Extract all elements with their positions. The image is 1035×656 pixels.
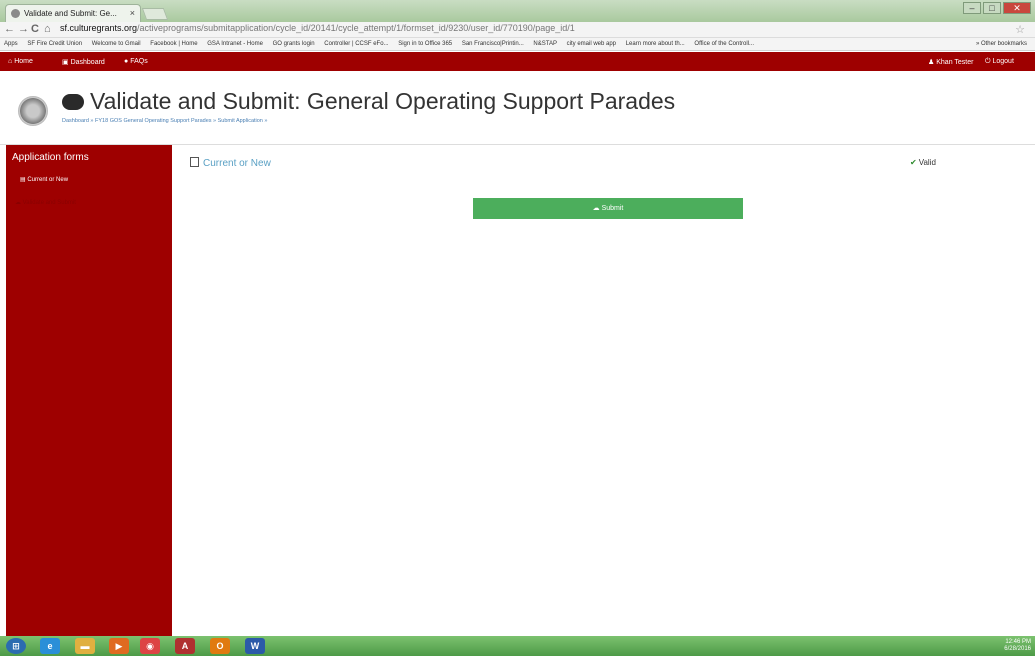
bookmarks-bar: Apps SF Fire Credit Union Welcome to Gma… — [0, 38, 1035, 51]
file-explorer-icon[interactable]: ▬ — [75, 638, 95, 654]
page-title-text: Validate and Submit: General Operating S… — [90, 88, 676, 114]
bookmark-item[interactable]: city email web app — [567, 41, 616, 47]
word-icon[interactable]: W — [245, 638, 265, 654]
acrobat-icon[interactable]: A — [175, 638, 195, 654]
bookmark-item[interactable]: SF Fire Credit Union — [27, 41, 82, 47]
minimize-button[interactable]: – — [963, 2, 981, 14]
bookmark-item[interactable]: Sign in to Office 365 — [398, 41, 452, 47]
url-path: /activeprograms/submitapplication/cycle_… — [137, 23, 575, 33]
bookmark-item[interactable]: Learn more about th... — [626, 41, 685, 47]
sidebar: Application forms ▤ Current or New ☁ Val… — [6, 145, 172, 636]
page-title: Validate and Submit: General Operating S… — [62, 88, 675, 115]
bookmark-star-icon[interactable]: ☆ — [1015, 23, 1025, 36]
window-close-button[interactable]: ✕ — [1003, 2, 1031, 14]
city-seal-logo — [18, 96, 48, 126]
nav-logout-link[interactable]: ⏻ Logout — [985, 58, 1014, 66]
nav-dashboard-label: Dashboard — [70, 59, 105, 66]
maximize-button[interactable]: □ — [983, 2, 1001, 14]
start-button-icon[interactable]: ⊞ — [6, 638, 26, 654]
new-tab-button[interactable] — [141, 8, 169, 20]
bookmark-item[interactable]: Controller | CCSF eFo... — [324, 41, 388, 47]
bookmark-item[interactable]: Facebook | Home — [150, 41, 197, 47]
document-icon — [190, 157, 199, 167]
media-player-icon[interactable]: ▶ — [109, 638, 129, 654]
bookmark-item[interactable]: Apps — [4, 41, 18, 47]
form-link-label: Current or New — [203, 158, 271, 169]
submit-button-label: Submit — [601, 205, 624, 212]
windows-taskbar: ⊞ e ▬ ▶ ◉ A O W 12:46 PM 6/28/2016 — [0, 636, 1035, 656]
cloud-upload-icon — [62, 94, 84, 110]
url-field[interactable]: sf.culturegrants.org/activeprograms/subm… — [60, 23, 575, 33]
bookmark-item[interactable]: Office of the Controll... — [694, 41, 754, 47]
nav-faqs-label: FAQs — [130, 58, 148, 65]
bookmark-item[interactable]: San Francisco|Printin... — [462, 41, 524, 47]
validation-status-label: Valid — [918, 158, 936, 167]
tab-close-icon[interactable]: × — [130, 8, 135, 18]
nav-home-link[interactable]: ⌂ Home — [8, 58, 33, 65]
nav-user-link[interactable]: ♟ Khan Tester — [928, 58, 973, 66]
other-bookmarks[interactable]: » Other bookmarks — [971, 41, 1027, 47]
clock-time: 12:46 PM — [1005, 639, 1031, 645]
chrome-icon[interactable]: ◉ — [140, 638, 160, 654]
address-bar: ← → C ⌂ sf.culturegrants.org/activeprogr… — [0, 22, 1035, 38]
nav-dashboard-link[interactable]: ▣ Dashboard — [62, 58, 105, 66]
reload-icon[interactable]: C — [31, 23, 39, 35]
validation-status: ✔ Valid — [910, 158, 936, 167]
sidebar-item-validate-and-submit[interactable]: ☁ Validate and Submit — [15, 199, 76, 206]
app-navbar: ⌂ Home ▣ Dashboard ● FAQs ♟ Khan Tester … — [0, 52, 1035, 71]
back-icon[interactable]: ← — [4, 23, 15, 35]
nav-user-label: Khan Tester — [936, 59, 974, 66]
bookmark-item[interactable]: N&STAP — [533, 41, 557, 47]
browser-tab[interactable]: Validate and Submit: Ge... × — [5, 4, 141, 22]
site-favicon-icon — [11, 9, 20, 18]
tab-title: Validate and Submit: Ge... — [24, 9, 117, 18]
sidebar-item-label: Current or New — [27, 177, 69, 183]
form-link-current-or-new[interactable]: Current or New — [190, 157, 271, 169]
check-icon: ✔ — [910, 158, 917, 167]
bookmark-item[interactable]: Welcome to Gmail — [92, 41, 141, 47]
system-tray: 12:46 PM 6/28/2016 — [1004, 639, 1031, 653]
forward-icon[interactable]: → — [18, 23, 29, 35]
window-controls: – □ ✕ — [963, 2, 1031, 14]
breadcrumb[interactable]: Dashboard » FY18 GOS General Operating S… — [62, 118, 267, 124]
url-domain: sf.culturegrants.org — [60, 23, 138, 33]
sidebar-title: Application forms — [12, 152, 89, 163]
sidebar-item-current-or-new[interactable]: ▤ Current or New — [20, 176, 68, 183]
internet-explorer-icon[interactable]: e — [40, 638, 60, 654]
nav-logout-label: Logout — [992, 58, 1014, 65]
sidebar-item-label: Validate and Submit — [22, 200, 76, 206]
bookmark-item[interactable]: GO grants login — [273, 41, 315, 47]
nav-faqs-link[interactable]: ● FAQs — [124, 58, 148, 65]
browser-titlebar: Validate and Submit: Ge... × – □ ✕ — [0, 0, 1035, 22]
bookmark-item[interactable]: GSA Intranet - Home — [207, 41, 263, 47]
clock-date: 6/28/2016 — [1004, 646, 1031, 652]
submit-button[interactable]: ☁ Submit — [473, 198, 743, 219]
outlook-icon[interactable]: O — [210, 638, 230, 654]
home-icon[interactable]: ⌂ — [44, 23, 51, 35]
nav-home-label: Home — [14, 58, 33, 65]
